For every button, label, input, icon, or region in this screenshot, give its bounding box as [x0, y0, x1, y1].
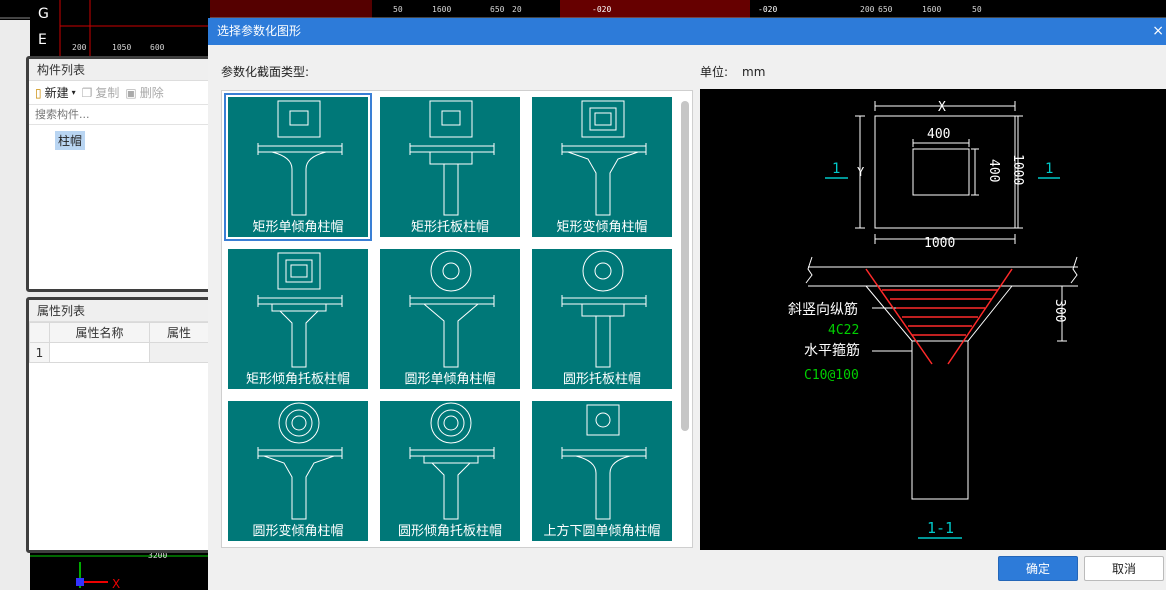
tile-label: 圆形托板柱帽 [562, 372, 641, 387]
row-index: 1 [29, 342, 50, 363]
search-component-input[interactable] [29, 105, 209, 125]
cad-dim: 200 [860, 5, 875, 14]
cad-bottom-area: 3200 X [30, 550, 210, 590]
tile-label: 圆形倾角托板柱帽 [397, 524, 502, 539]
delete-icon: ▣ [125, 85, 137, 100]
rebar-value: 4C22 [828, 323, 859, 338]
property-table: 属性名称 属性 1 [29, 322, 209, 363]
tile-circle-variable-slope-cap[interactable]: 圆形变倾角柱帽 [224, 397, 372, 545]
rebar-label: 斜竖向纵筋 [788, 301, 858, 318]
outer-height-label: 1000 [1010, 154, 1025, 185]
tile-label: 圆形变倾角柱帽 [252, 524, 344, 539]
cad-left-area: G E 200 1050 600 [30, 0, 210, 56]
copy-icon: ❐ [81, 85, 93, 100]
component-list-panel: 构件列表 ▯ 新建 ▾ ❐ 复制 ▣ 删除 柱帽 [26, 56, 212, 292]
tile-rect-single-slope-cap[interactable]: 矩形单倾角柱帽 [224, 93, 372, 241]
preview-drawing: X Y 400 400 1000 1000 1 1 300 斜竖向纵筋 4C22… [788, 100, 1078, 539]
inner-height-label: 400 [986, 159, 1001, 182]
tile-thumbnail: 矩形单倾角柱帽 [228, 97, 368, 237]
tile-thumbnail: 圆形托板柱帽 [532, 249, 672, 389]
cad-dim: 1050 [112, 43, 131, 52]
new-doc-icon: ▯ [35, 85, 42, 100]
component-toolbar: ▯ 新建 ▾ ❐ 复制 ▣ 删除 [29, 81, 209, 105]
tile-thumbnail: 矩形托板柱帽 [380, 97, 520, 237]
section-mark-right: 1 [1045, 161, 1053, 177]
copy-button[interactable]: ❐ 复制 [82, 84, 120, 101]
dialog-title-bar: 选择参数化图形 × [208, 18, 1166, 45]
dialog-title: 选择参数化图形 [217, 24, 302, 38]
select-parametric-shape-dialog: 选择参数化图形 × 参数化截面类型: 单位: mm 矩形单倾角柱帽 矩形托板柱帽… [208, 18, 1166, 590]
cad-axis-label: G [38, 6, 49, 22]
tile-square-top-round-bottom-cap[interactable]: 上方下圆单倾角柱帽 [528, 397, 676, 545]
cad-dim: 1600 [922, 5, 941, 14]
cancel-button[interactable]: 取消 [1084, 556, 1164, 581]
cad-dim: 650 [878, 5, 893, 14]
stirrup-label: 水平箍筋 [804, 342, 860, 359]
new-button[interactable]: ▯ 新建 ▾ [35, 84, 76, 101]
ok-button[interactable]: 确定 [998, 556, 1078, 581]
shape-preview: X Y 400 400 1000 1000 1 1 300 斜竖向纵筋 4C22… [700, 89, 1166, 550]
cad-dim: 600 [150, 43, 165, 52]
property-list-title: 属性列表 [29, 300, 209, 322]
stirrup-value: C10@100 [804, 368, 859, 383]
tile-thumbnail: 圆形单倾角柱帽 [380, 249, 520, 389]
tile-circle-slope-plate-cap[interactable]: 圆形倾角托板柱帽 [376, 397, 524, 545]
tile-label: 上方下圆单倾角柱帽 [543, 524, 661, 539]
delete-button[interactable]: ▣ 删除 [125, 84, 163, 101]
unit-label: 单位: [700, 65, 729, 79]
tile-thumbnail: 圆形倾角托板柱帽 [380, 401, 520, 541]
cad-dim: -020 [592, 5, 611, 14]
cad-dim: 20 [512, 5, 522, 14]
property-value-cell[interactable] [149, 342, 209, 363]
property-list-panel: 属性列表 属性名称 属性 1 [26, 297, 212, 553]
tile-label: 矩形托板柱帽 [410, 220, 489, 235]
unit-value: mm [742, 65, 766, 79]
dim-y-label: Y [857, 165, 865, 179]
property-name-cell[interactable] [49, 342, 150, 363]
component-list-title: 构件列表 [29, 59, 209, 81]
tile-label: 矩形单倾角柱帽 [252, 220, 344, 235]
tile-rect-variable-slope-cap[interactable]: 矩形变倾角柱帽 [528, 93, 676, 241]
unit-label-group: 单位: mm [700, 63, 765, 80]
outer-width-label: 1000 [924, 236, 955, 251]
section-mark-left: 1 [832, 161, 840, 177]
tile-thumbnail: 上方下圆单倾角柱帽 [532, 401, 672, 541]
dropdown-arrow-icon[interactable]: ▾ [72, 88, 76, 97]
cad-dim: -020 [758, 5, 777, 14]
section-title: 1-1 [927, 519, 954, 537]
shape-grid-scrollbar[interactable] [681, 101, 689, 431]
close-icon[interactable]: × [1152, 18, 1164, 45]
tile-label: 矩形倾角托板柱帽 [245, 372, 350, 387]
dim-x-label: X [938, 100, 946, 115]
depth-label: 300 [1052, 299, 1067, 322]
cad-dim: 50 [972, 5, 982, 14]
cad-dim: 1600 [432, 5, 451, 14]
tile-circle-plate-cap[interactable]: 圆形托板柱帽 [528, 245, 676, 393]
tile-rect-plate-cap[interactable]: 矩形托板柱帽 [376, 93, 524, 241]
tile-thumbnail: 矩形倾角托板柱帽 [228, 249, 368, 389]
cad-dim: 650 [490, 5, 505, 14]
tile-label: 圆形单倾角柱帽 [404, 372, 496, 387]
axis-x-label: X [112, 577, 120, 590]
shape-grid: 矩形单倾角柱帽 矩形托板柱帽 矩形变倾角柱帽 矩形倾角托板柱帽 圆形单倾角柱帽 … [221, 90, 693, 548]
tile-circle-single-slope-cap[interactable]: 圆形单倾角柱帽 [376, 245, 524, 393]
tile-label: 矩形变倾角柱帽 [556, 220, 648, 235]
cad-dim: 200 [72, 43, 87, 52]
section-type-label: 参数化截面类型: [221, 65, 310, 79]
cad-dim: 50 [393, 5, 403, 14]
tile-thumbnail: 圆形变倾角柱帽 [228, 401, 368, 541]
row-index-header [29, 322, 50, 343]
property-name-header: 属性名称 [49, 322, 150, 343]
cad-axis-label: E [38, 32, 47, 48]
tile-rect-slope-plate-cap[interactable]: 矩形倾角托板柱帽 [224, 245, 372, 393]
property-value-header: 属性 [149, 322, 209, 343]
tile-thumbnail: 矩形变倾角柱帽 [532, 97, 672, 237]
tree-item-column-cap[interactable]: 柱帽 [55, 131, 86, 150]
inner-width-label: 400 [927, 127, 950, 142]
